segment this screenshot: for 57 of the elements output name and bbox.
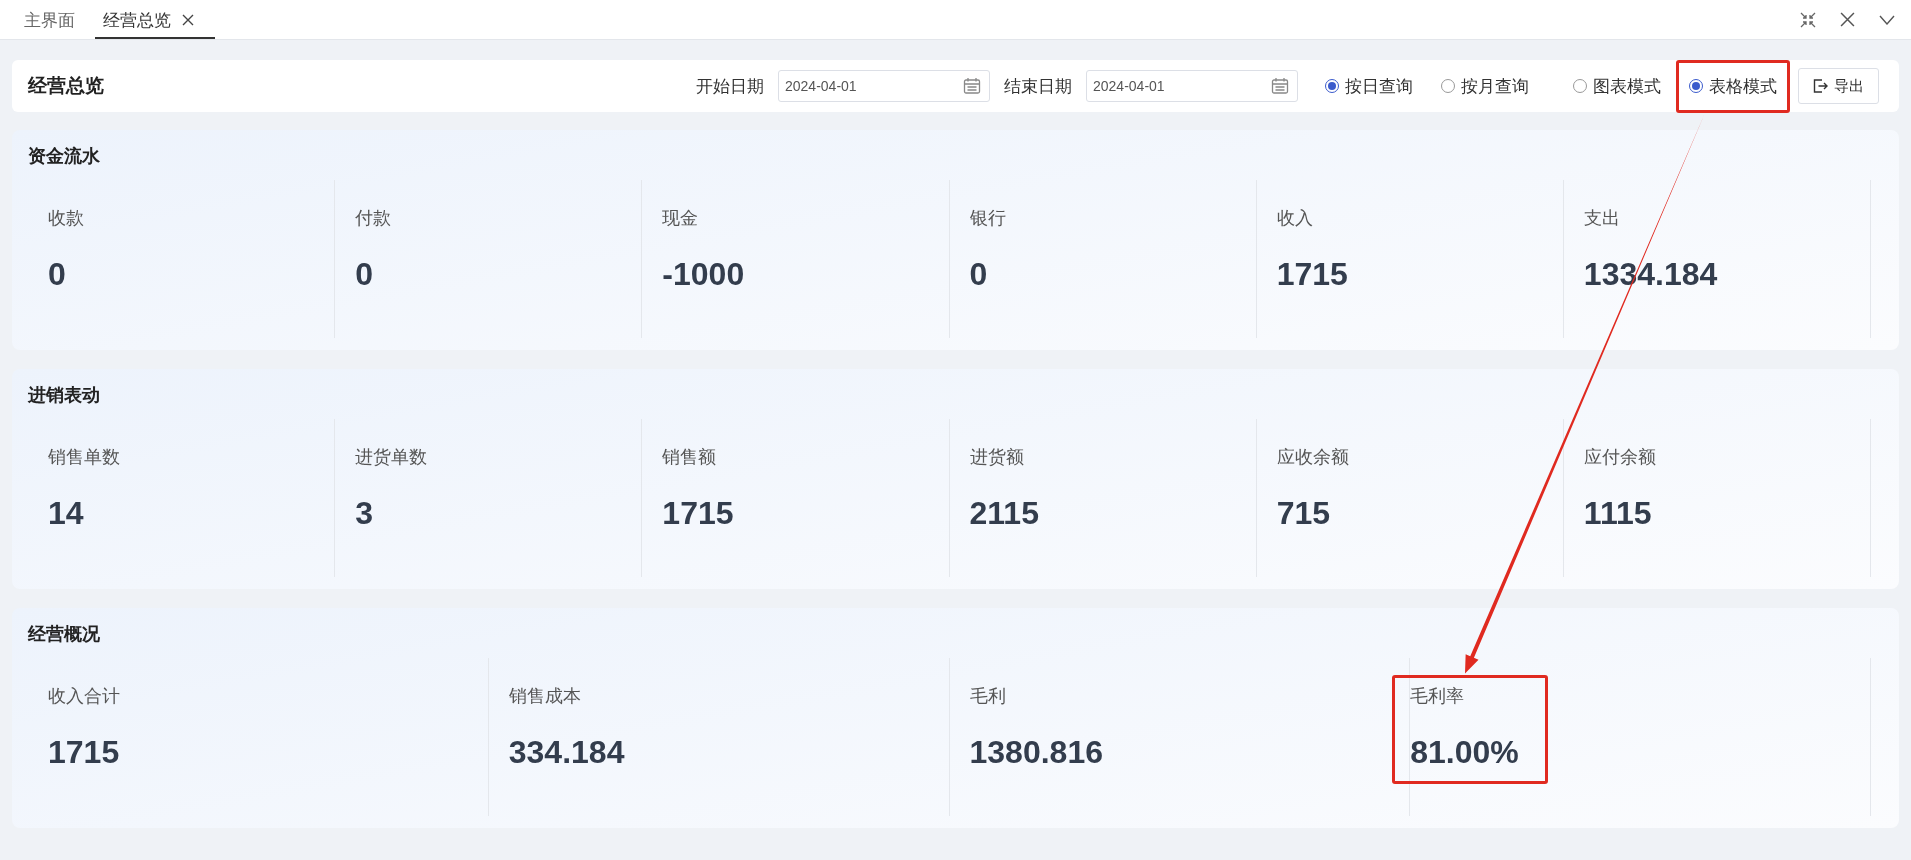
radio-option[interactable]: 按月查询 bbox=[1437, 74, 1533, 98]
radio-button[interactable] bbox=[1325, 79, 1339, 93]
stat-label: 付款 bbox=[355, 207, 392, 230]
stat-label: 销售额 bbox=[662, 446, 718, 469]
radio-option[interactable]: 图表模式 bbox=[1569, 74, 1665, 98]
radio-option[interactable]: 按日查询 bbox=[1321, 74, 1417, 98]
stat-value: 2115 bbox=[969, 495, 1039, 532]
stat-label: 销售成本 bbox=[508, 685, 582, 708]
field-label: 开始日期 bbox=[696, 75, 764, 98]
stat-value: 3 bbox=[355, 495, 374, 532]
stat-label: 支出 bbox=[1583, 207, 1621, 230]
date-field[interactable]: 2024-04-01 bbox=[1086, 70, 1298, 102]
stat-label: 应收余额 bbox=[1276, 446, 1349, 469]
tab[interactable]: 主界面 bbox=[16, 7, 95, 39]
radio-button[interactable] bbox=[1441, 79, 1455, 93]
stat-value: 334.184 bbox=[508, 734, 625, 771]
stat-value: 1715 bbox=[48, 734, 120, 771]
radio-button[interactable] bbox=[1689, 79, 1703, 93]
tab[interactable]: 经营总览 bbox=[95, 7, 215, 39]
stat-value: 1715 bbox=[1276, 256, 1348, 293]
section-title: 资金流水 bbox=[28, 145, 101, 168]
export-button[interactable]: 导出 bbox=[1798, 68, 1879, 104]
stat-value: 715 bbox=[1276, 495, 1332, 532]
collapse-icon[interactable] bbox=[1800, 11, 1816, 28]
stat-label: 应付余额 bbox=[1583, 446, 1656, 469]
stat-label: 销售单数 bbox=[48, 446, 120, 469]
stat-label: 进货额 bbox=[969, 446, 1025, 469]
stat-label: 收款 bbox=[48, 207, 84, 230]
stat-label: 收入 bbox=[1276, 207, 1314, 230]
stat-value: -1000 bbox=[662, 256, 745, 293]
stat-value: 81.00% bbox=[1410, 734, 1519, 771]
stat-label: 现金 bbox=[662, 207, 700, 230]
stat-value: 1715 bbox=[662, 495, 734, 532]
field-label: 结束日期 bbox=[1004, 75, 1072, 98]
stat-value: 0 bbox=[969, 256, 989, 293]
stat-label: 收入合计 bbox=[48, 685, 120, 708]
date-field[interactable]: 2024-04-01 bbox=[778, 70, 990, 102]
radio-option[interactable]: 表格模式 bbox=[1685, 74, 1781, 98]
section-title: 经营概况 bbox=[28, 623, 101, 646]
page-title: 经营总览 bbox=[28, 74, 104, 98]
radio-button[interactable] bbox=[1573, 79, 1587, 93]
calendar-icon[interactable] bbox=[1271, 77, 1289, 95]
section-title: 进销表动 bbox=[28, 384, 101, 407]
stat-label: 毛利 bbox=[969, 685, 1007, 708]
stat-value: 0 bbox=[355, 256, 374, 293]
stat-value: 1115 bbox=[1583, 495, 1653, 532]
calendar-icon[interactable] bbox=[963, 77, 981, 95]
export-icon bbox=[1813, 79, 1828, 93]
close-icon[interactable] bbox=[181, 13, 195, 27]
chevron-down-icon[interactable] bbox=[1879, 14, 1895, 25]
close-icon[interactable] bbox=[1840, 12, 1855, 27]
stat-value: 14 bbox=[48, 495, 85, 532]
stat-value: 0 bbox=[48, 256, 67, 293]
stat-label: 银行 bbox=[969, 207, 1006, 230]
stat-value: 1380.816 bbox=[969, 734, 1103, 771]
stat-label: 进货单数 bbox=[355, 446, 428, 469]
stat-label: 毛利率 bbox=[1410, 685, 1466, 708]
